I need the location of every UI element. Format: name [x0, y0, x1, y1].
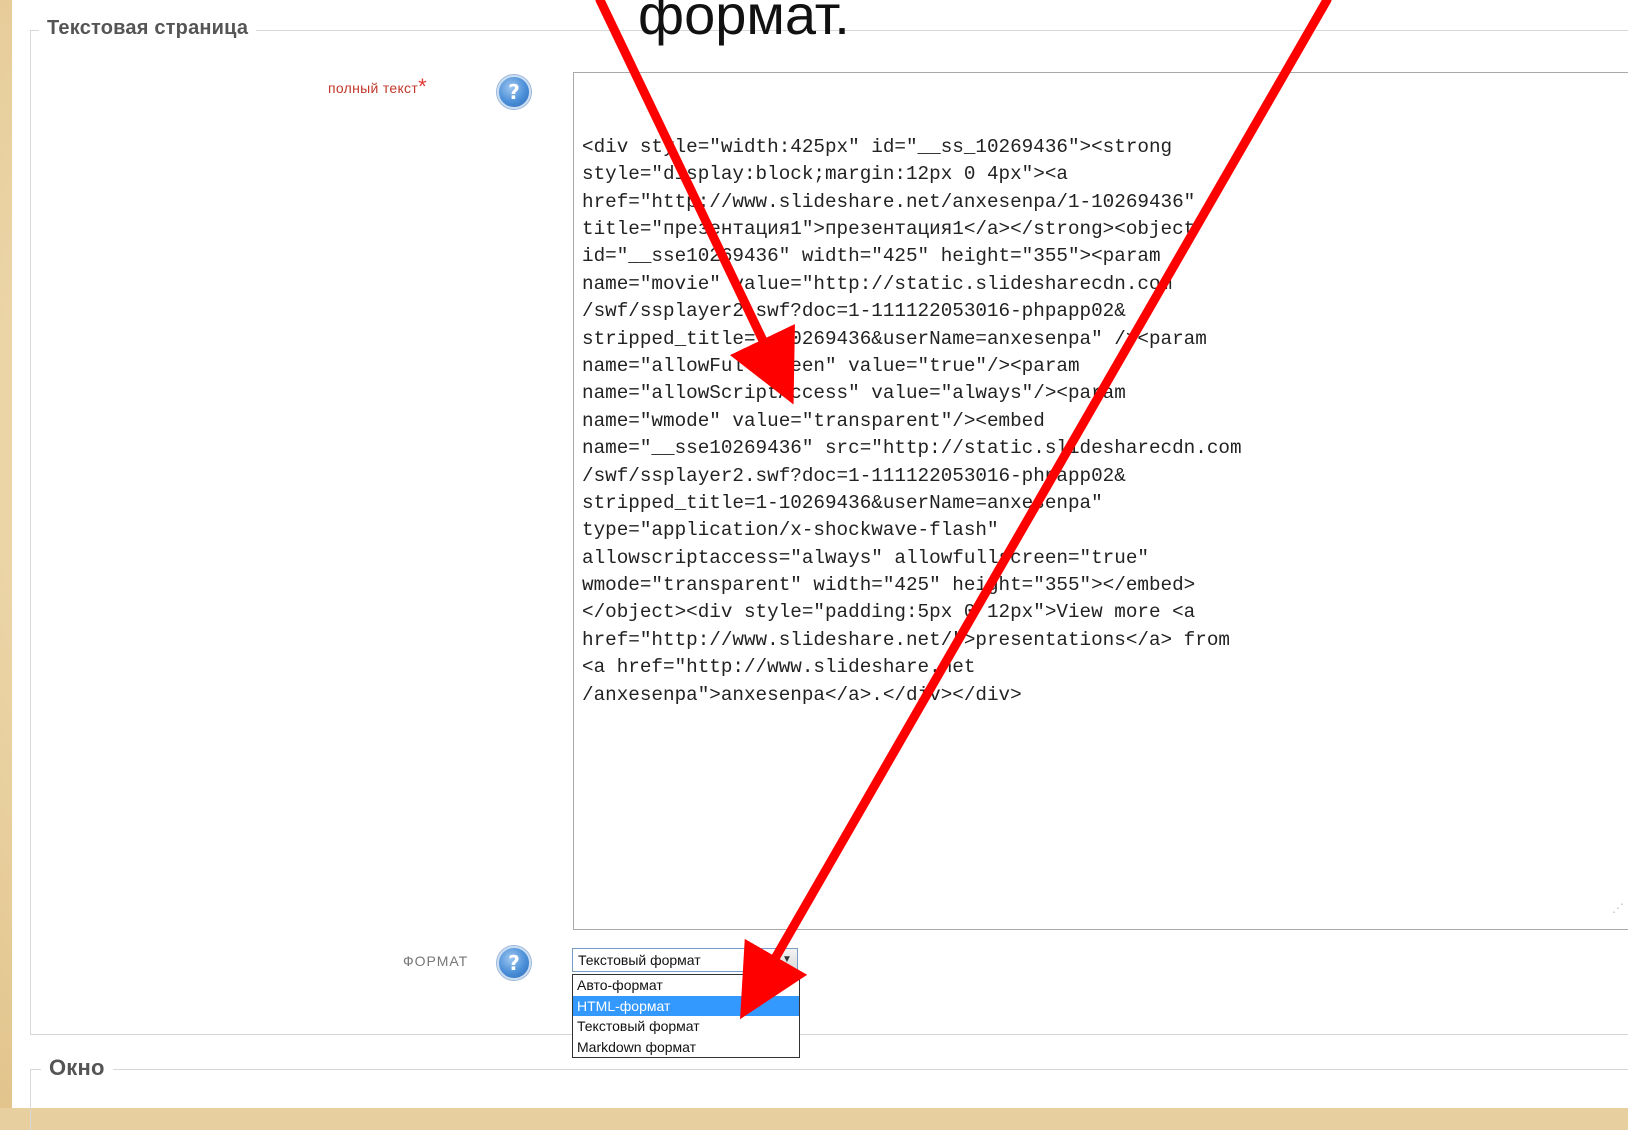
full-text-label-text: полный текст [328, 80, 419, 96]
textarea-line: name="__sse10269436" src="http://static.… [582, 437, 1242, 460]
textarea-line: name="allowFullScreen" value="true"/><pa… [582, 354, 1080, 377]
textarea-line: /anxesenpa">anxesenpa</a>.</div></div> [582, 683, 1022, 706]
full-text-textarea[interactable]: <div style="width:425px" id="__ss_102694… [573, 72, 1628, 930]
textarea-line: title="презентация1">презентация1</a></s… [582, 217, 1196, 240]
textarea-line: href="http://www.slideshare.net/anxesenp… [582, 190, 1196, 213]
textarea-line: allowscriptaccess="always" allowfullscre… [582, 546, 1149, 569]
format-select[interactable]: Текстовый формат ▼ [572, 948, 798, 972]
textarea-line: id="__sse10269436" width="425" height="3… [582, 245, 1161, 268]
full-text-label: полный текст * [328, 74, 427, 99]
chevron-down-icon[interactable]: ▼ [776, 949, 797, 971]
textarea-line: <a href="http://www.slideshare.net [582, 656, 976, 679]
format-label: ФОРМАТ [403, 953, 469, 969]
textarea-line: wmode="transparent" width="425" height="… [582, 574, 1196, 597]
format-option[interactable]: Markdown формат [573, 1037, 799, 1058]
slide-caption: формат. [638, 0, 850, 46]
textarea-line: name="wmode" value="transparent"/><embed [582, 409, 1045, 432]
textarea-line: stripped_title=1-10269436&userName=anxes… [582, 327, 1207, 350]
textarea-line: style="display:block;margin:12px 0 4px">… [582, 163, 1068, 186]
textarea-line: type="application/x-shockwave-flash" [582, 519, 999, 542]
textarea-line: </object><div style="padding:5px 0 12px"… [582, 601, 1196, 624]
window-fieldset: Окно [30, 1055, 1628, 1130]
format-option[interactable]: Авто-формат [573, 975, 799, 996]
required-mark: * [418, 74, 427, 99]
resize-grip-icon[interactable]: ⋰ [1612, 896, 1624, 923]
window-legend: Окно [41, 1055, 113, 1081]
format-dropdown-list[interactable]: Авто-формат HTML-формат Текстовый формат Ma… [572, 974, 800, 1058]
text-page-legend: Текстовая страница [39, 17, 257, 40]
textarea-line: stripped_title=1-10269436&userName=anxes… [582, 491, 1103, 514]
textarea-line: <div style="width:425px" id="__ss_102694… [582, 135, 1173, 158]
textarea-line: /swf/ssplayer2.swf?doc=1-111122053016-ph… [582, 300, 1126, 323]
format-option[interactable]: Текстовый формат [573, 1016, 799, 1037]
textarea-line: name="allowScriptAccess" value="always"/… [582, 382, 1126, 405]
question-mark-icon[interactable]: ? [497, 75, 531, 109]
format-select-value: Текстовый формат [578, 952, 701, 968]
textarea-line: /swf/ssplayer2.swf?doc=1-111122053016-ph… [582, 464, 1126, 487]
textarea-line: name="movie" value="http://static.slides… [582, 272, 1173, 295]
textarea-line: href="http://www.slideshare.net/">presen… [582, 628, 1230, 651]
format-help-icon[interactable]: ? [497, 946, 531, 980]
format-option[interactable]: HTML-формат [573, 995, 799, 1016]
